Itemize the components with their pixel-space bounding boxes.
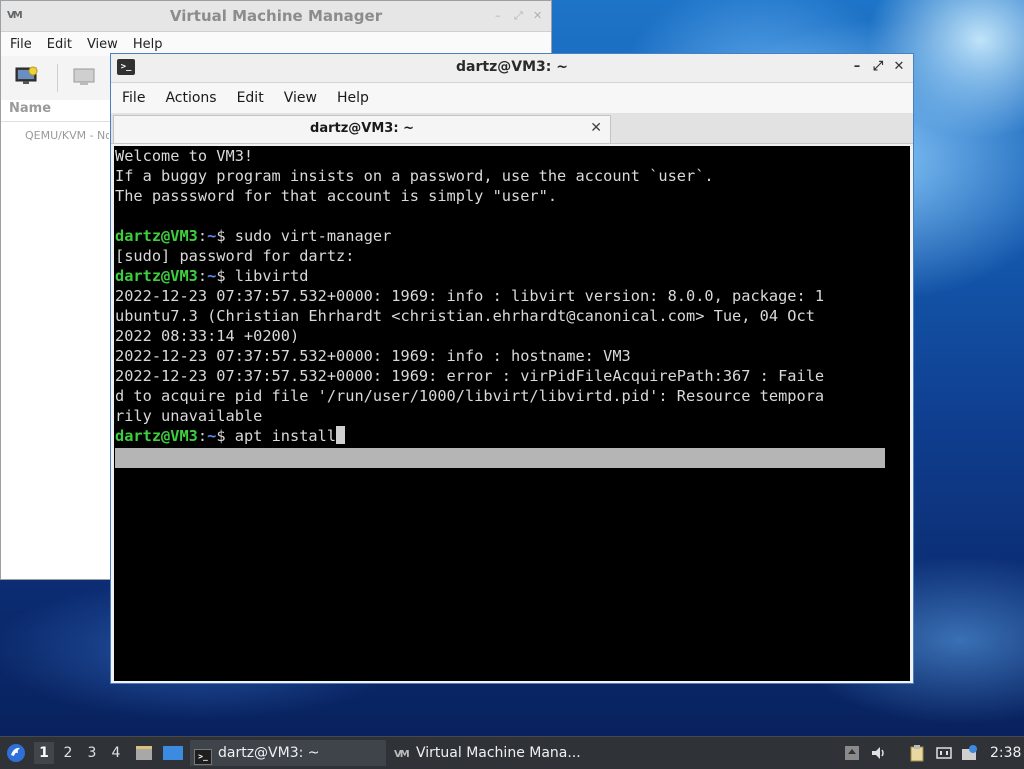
terminal-output[interactable]: Welcome to VM3! If a buggy program insis…	[114, 146, 910, 681]
terminal-titlebar[interactable]: >_ dartz@VM3: ~ – ⤢ ✕	[111, 54, 913, 83]
terminal-menubar: File Actions Edit View Help	[111, 83, 913, 113]
workspace-3[interactable]: 3	[82, 742, 102, 764]
output-line: d to acquire pid file '/run/user/1000/li…	[115, 387, 825, 405]
vmm-menu-view[interactable]: View	[87, 37, 118, 52]
workspace-4[interactable]: 4	[106, 742, 126, 764]
divider	[1, 121, 111, 122]
prompt-sign: $	[216, 227, 226, 245]
task-virt-manager[interactable]: VM Virtual Machine Mana...	[392, 740, 592, 766]
clock[interactable]: 2:38	[990, 737, 1021, 769]
vmm-menu-help[interactable]: Help	[133, 37, 163, 52]
maximize-icon[interactable]: ⤢	[869, 58, 887, 76]
menu-file[interactable]: File	[122, 90, 145, 106]
task-terminal[interactable]: >_ dartz@VM3: ~	[190, 740, 386, 766]
terminal-icon: >_	[194, 749, 212, 765]
output-line: ubuntu7.3 (Christian Ehrhardt <christian…	[115, 307, 815, 325]
vmm-menu-file[interactable]: File	[10, 37, 32, 52]
close-icon[interactable]: ✕	[890, 58, 908, 76]
command-text: apt install	[225, 427, 337, 445]
terminal-tabbar: dartz@VM3: ~ ✕	[111, 113, 913, 144]
text-cursor	[336, 426, 346, 444]
menu-actions[interactable]: Actions	[165, 90, 216, 106]
menu-view[interactable]: View	[284, 90, 317, 106]
prompt-sign: $	[216, 427, 226, 445]
terminal-window[interactable]: >_ dartz@VM3: ~ – ⤢ ✕ File Actions Edit …	[110, 53, 914, 684]
vmm-title: Virtual Machine Manager	[169, 7, 383, 25]
prompt-user: dartz@VM3	[115, 227, 198, 245]
workspace-2[interactable]: 2	[58, 742, 78, 764]
prompt-path: ~	[207, 227, 217, 245]
prompt-path: ~	[207, 427, 217, 445]
prompt-line: dartz@VM3:~$ sudo virt-manager	[115, 226, 391, 246]
prompt-sign: $	[216, 267, 226, 285]
volume-icon[interactable]	[870, 744, 888, 762]
clipboard-icon[interactable]	[908, 744, 926, 762]
menu-help[interactable]: Help	[337, 90, 369, 106]
start-menu-icon[interactable]	[6, 743, 26, 763]
vmm-name-column-header[interactable]: Name	[9, 101, 51, 116]
minimize-icon[interactable]: –	[495, 9, 501, 22]
terminal-title: dartz@VM3: ~	[456, 59, 568, 75]
output-line: Welcome to VM3!	[115, 147, 254, 165]
prompt-sep: :	[197, 427, 208, 445]
prompt-user: dartz@VM3	[115, 427, 198, 445]
tab-dartz-vm3[interactable]: dartz@VM3: ~ ✕	[113, 115, 611, 143]
maximize-icon[interactable]: ⤢	[514, 9, 523, 23]
command-text: sudo virt-manager	[225, 227, 392, 245]
prompt-user: dartz@VM3	[115, 267, 198, 285]
vmm-menu-edit[interactable]: Edit	[47, 37, 72, 52]
output-line: If a buggy program insists on a password…	[115, 167, 714, 185]
network-icon[interactable]	[935, 744, 953, 762]
output-line: rily unavailable	[115, 407, 263, 425]
prompt-sep: :	[197, 267, 208, 285]
tab-label: dartz@VM3: ~	[310, 121, 414, 136]
task-label: dartz@VM3: ~	[218, 745, 320, 761]
command-text: libvirtd	[225, 267, 309, 285]
close-icon[interactable]: ✕	[533, 9, 542, 22]
prompt-sep: :	[197, 227, 208, 245]
output-line: 2022-12-23 07:37:57.532+0000: 1969: info…	[115, 347, 631, 365]
show-desktop-icon[interactable]	[162, 744, 184, 762]
connection-row[interactable]: QEMU/KVM - Not Connected	[25, 129, 109, 142]
toolbar-separator	[57, 64, 58, 92]
taskbar: 1 2 3 4 >_ dartz@VM3: ~ VM Virtual Machine…	[0, 736, 1024, 769]
selection-highlight	[115, 448, 885, 468]
tab-close-icon[interactable]: ✕	[590, 120, 602, 136]
output-line: [sudo] password for dartz:	[115, 247, 355, 265]
prompt-path: ~	[207, 267, 217, 285]
task-label: Virtual Machine Mana...	[416, 745, 581, 761]
workspace-1[interactable]: 1	[34, 742, 54, 764]
file-manager-icon[interactable]	[134, 743, 154, 763]
output-line: 2022-12-23 07:37:57.532+0000: 1969: info…	[115, 287, 825, 305]
output-line: 2022-12-23 07:37:57.532+0000: 1969: erro…	[115, 367, 825, 385]
new-vm-icon[interactable]	[15, 66, 39, 86]
vmm-titlebar[interactable]: VM Virtual Machine Manager – ⤢ ✕	[1, 1, 551, 32]
output-line: The passsword for that account is simply…	[115, 187, 558, 205]
output-line: 2022 08:33:14 +0200)	[115, 327, 300, 345]
minimize-icon[interactable]: –	[848, 58, 866, 76]
vmm-icon: VM	[394, 749, 410, 760]
menu-edit[interactable]: Edit	[237, 90, 264, 106]
prompt-line: dartz@VM3:~$ apt install	[115, 426, 346, 446]
prompt-line: dartz@VM3:~$ libvirtd	[115, 266, 308, 286]
open-console-icon[interactable]	[73, 68, 95, 86]
notification-icon[interactable]	[961, 744, 979, 762]
eject-icon[interactable]	[843, 744, 861, 762]
